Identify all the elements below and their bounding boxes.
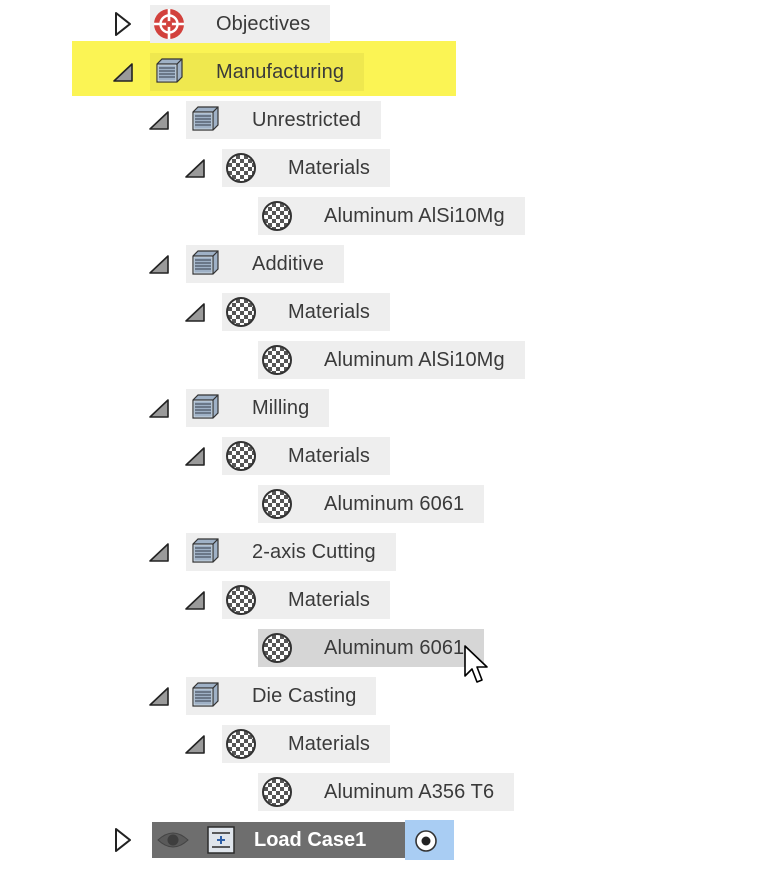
- tree-node-method-chip[interactable]: Die Casting: [186, 677, 377, 715]
- material-item-chip[interactable]: Aluminum AlSi10Mg: [258, 341, 525, 379]
- tree-node-method-chip[interactable]: Additive: [186, 245, 344, 283]
- material-checker-icon: [260, 775, 294, 809]
- tree-node-label: Unrestricted: [252, 108, 362, 131]
- manufacturing-stack-icon: [188, 679, 222, 713]
- tree-node-materials-chip[interactable]: Materials: [222, 149, 391, 187]
- tree-node-materials-chip[interactable]: Materials: [222, 437, 391, 475]
- tree-node-label: 2-axis Cutting: [252, 540, 376, 563]
- load-case-icon: [207, 826, 235, 854]
- tree-node-label: Materials: [288, 732, 371, 755]
- tree-node-materials-chip[interactable]: Materials: [222, 293, 391, 331]
- material-item-chip[interactable]: Aluminum 6061: [258, 629, 485, 667]
- tree-node-label: Additive: [252, 252, 324, 275]
- tree-node-label: Aluminum 6061: [324, 492, 465, 515]
- tree-node-label: Materials: [288, 588, 371, 611]
- material-checker-icon: [260, 199, 294, 233]
- expand-collapsed-icon[interactable]: [110, 825, 136, 855]
- tree-node-label: Milling: [252, 396, 310, 419]
- tree-node-method-chip[interactable]: Unrestricted: [186, 101, 382, 139]
- tree-node-materials-chip[interactable]: Materials: [222, 581, 391, 619]
- tree-node-method-chip[interactable]: Milling: [186, 389, 330, 427]
- tree-node-label: Materials: [288, 156, 371, 179]
- expand-expanded-icon[interactable]: [182, 297, 208, 327]
- tree-node-manufacturing-chip[interactable]: Manufacturing: [150, 53, 365, 91]
- tree-node-label: Materials: [288, 300, 371, 323]
- manufacturing-stack-icon: [188, 391, 222, 425]
- radio-selected-icon[interactable]: [405, 820, 454, 860]
- tree-node-label: Manufacturing: [216, 60, 345, 83]
- tree-node-label: Die Casting: [252, 684, 357, 707]
- tree-node-load-case[interactable]: Load Case1: [152, 822, 405, 858]
- tree-node-label: Aluminum AlSi10Mg: [324, 204, 505, 227]
- expand-expanded-icon[interactable]: [110, 57, 136, 87]
- material-checker-icon: [224, 583, 258, 617]
- manufacturing-stack-icon: [152, 55, 186, 89]
- expand-expanded-icon[interactable]: [146, 105, 172, 135]
- expand-expanded-icon[interactable]: [146, 249, 172, 279]
- material-checker-icon: [260, 631, 294, 665]
- load-case-label: Load Case1: [254, 828, 367, 851]
- material-item-chip[interactable]: Aluminum A356 T6: [258, 773, 515, 811]
- target-icon: [152, 7, 186, 41]
- material-checker-icon: [224, 727, 258, 761]
- expand-expanded-icon[interactable]: [146, 681, 172, 711]
- active-load-case-toggle[interactable]: [405, 820, 454, 860]
- material-checker-icon: [224, 439, 258, 473]
- material-item-chip[interactable]: Aluminum AlSi10Mg: [258, 197, 525, 235]
- material-item-chip[interactable]: Aluminum 6061: [258, 485, 485, 523]
- tree-node-label: Aluminum A356 T6: [324, 780, 495, 803]
- tree-node-objectives-chip[interactable]: Objectives: [150, 5, 331, 43]
- tree-node-label: Aluminum AlSi10Mg: [324, 348, 505, 371]
- material-checker-icon: [224, 151, 258, 185]
- tree-node-label: Objectives: [216, 12, 311, 35]
- tree-node-materials-chip[interactable]: Materials: [222, 725, 391, 763]
- tree-node-label: Aluminum 6061: [324, 636, 465, 659]
- material-checker-icon: [260, 343, 294, 377]
- tree-node-label: Materials: [288, 444, 371, 467]
- material-checker-icon: [224, 295, 258, 329]
- expand-expanded-icon[interactable]: [182, 585, 208, 615]
- expand-expanded-icon[interactable]: [182, 441, 208, 471]
- manufacturing-stack-icon: [188, 535, 222, 569]
- expand-expanded-icon[interactable]: [182, 153, 208, 183]
- eye-icon[interactable]: [156, 828, 190, 852]
- mouse-cursor-icon: [464, 645, 488, 683]
- expand-collapsed-icon[interactable]: [110, 9, 136, 39]
- manufacturing-stack-icon: [188, 247, 222, 281]
- expand-expanded-icon[interactable]: [182, 729, 208, 759]
- expand-expanded-icon[interactable]: [146, 537, 172, 567]
- manufacturing-stack-icon: [188, 103, 222, 137]
- tree-node-method-chip[interactable]: 2-axis Cutting: [186, 533, 396, 571]
- expand-expanded-icon[interactable]: [146, 393, 172, 423]
- material-checker-icon: [260, 487, 294, 521]
